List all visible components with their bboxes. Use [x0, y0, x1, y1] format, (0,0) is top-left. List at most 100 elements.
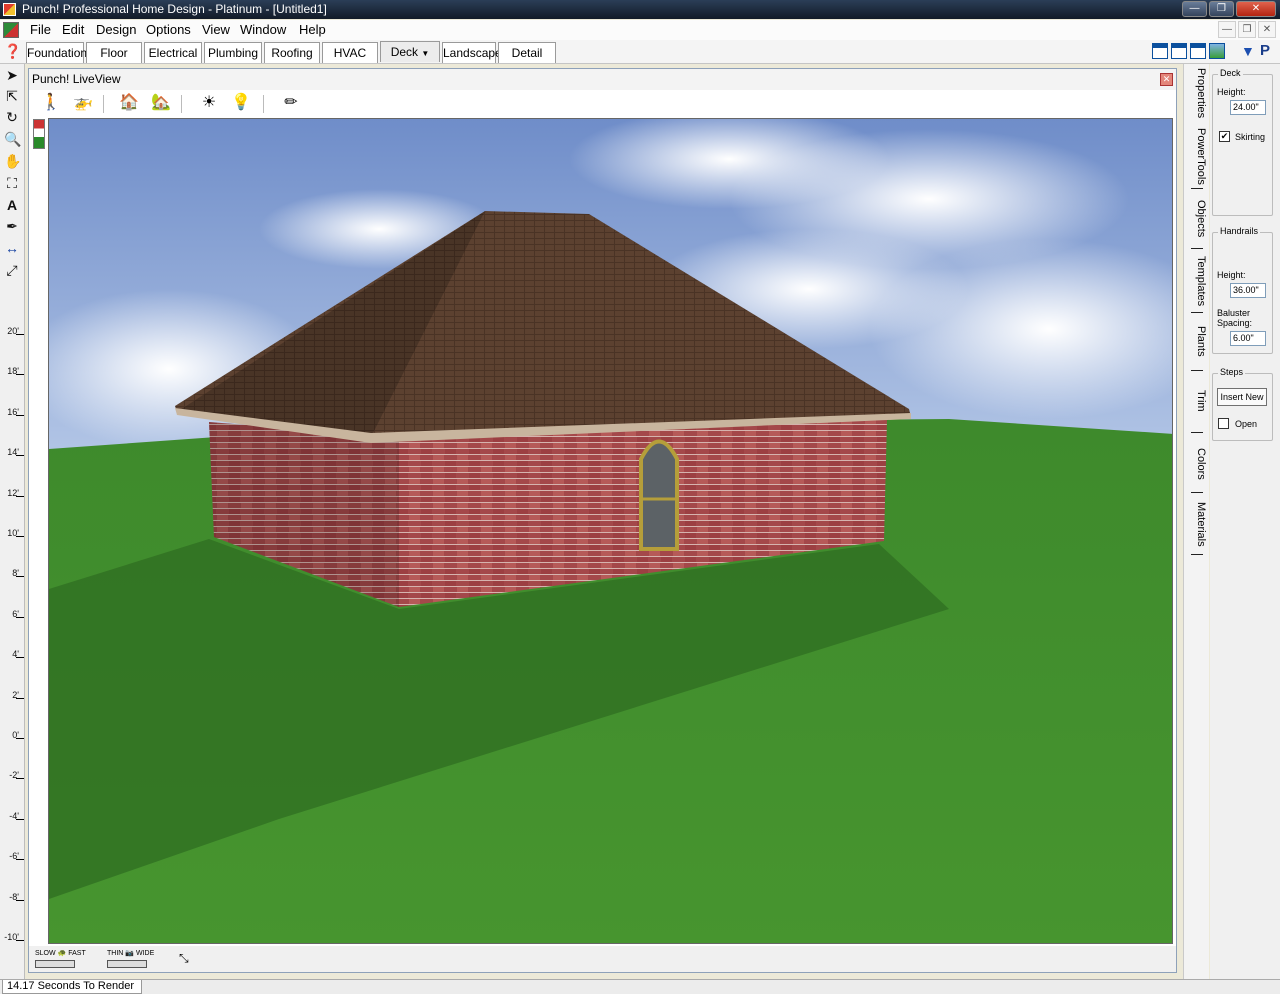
handrail-height-label: Height: — [1217, 270, 1246, 280]
walkthrough-icon[interactable]: 🚶 — [37, 91, 65, 115]
doc-restore-button[interactable]: ❐ — [1238, 21, 1256, 38]
liveview-close-button[interactable]: ✕ — [1160, 73, 1173, 86]
liveview-title: Punch! LiveView — [32, 72, 121, 86]
light-bulb-icon[interactable]: 💡 — [227, 91, 255, 115]
tab-landscape[interactable]: Landscape — [442, 42, 502, 63]
baluster-label: Baluster — [1217, 308, 1251, 318]
deck-group: Deck Height: 24.00" ✔ Skirting — [1212, 68, 1273, 216]
mode-tab-bar: ❓ Foundation Floor Electrical Plumbing R… — [0, 40, 1280, 64]
skirting-label: Skirting — [1235, 132, 1266, 142]
liveview-titlebar: Punch! LiveView ✕ — [29, 69, 1176, 90]
close-button[interactable]: ✕ — [1236, 1, 1276, 17]
side-tab-trim[interactable]: Trim — [1187, 390, 1207, 412]
quad-view-icon[interactable] — [1190, 43, 1206, 59]
menu-help[interactable]: Help — [299, 22, 326, 37]
status-bar: 14.17 Seconds To Render — [0, 979, 1280, 994]
text-tool-icon[interactable]: A — [4, 197, 20, 213]
split-view-icon[interactable] — [1171, 43, 1187, 59]
line-width-slider[interactable]: THIN 📷 WIDE — [107, 949, 154, 968]
steps-group-label: Steps — [1218, 367, 1246, 377]
menu-design[interactable]: Design — [96, 22, 136, 37]
tab-foundation[interactable]: Foundation — [26, 42, 87, 63]
steps-group: Steps Insert New Open — [1212, 367, 1273, 441]
app-logo-icon — [3, 3, 16, 16]
binoculars-icon[interactable]: ⛶ — [4, 175, 20, 191]
vertical-scroll-control[interactable] — [33, 119, 45, 149]
3d-view-icon[interactable] — [1209, 43, 1225, 59]
punch-logo-icon: P — [1260, 42, 1271, 59]
wide-label: WIDE — [135, 950, 155, 957]
open-steps-label: Open — [1235, 419, 1258, 429]
skirting-checkbox[interactable]: ✔ — [1219, 131, 1230, 142]
filter-icon[interactable]: ▼ — [1241, 43, 1257, 59]
rendered-house-scene — [49, 119, 1172, 943]
deck-group-label: Deck — [1218, 68, 1243, 78]
pen-tool-icon[interactable]: ✒ — [4, 218, 20, 234]
handrails-group: Handrails Height: 36.00" Baluster Spacin… — [1212, 226, 1273, 354]
render-speed-slider[interactable]: SLOW 🐢 FAST — [35, 949, 86, 968]
deck-height-input[interactable]: 24.00" — [1230, 100, 1266, 115]
minimize-button[interactable]: — — [1182, 1, 1207, 17]
menu-bar: File Edit Design Options View Window Hel… — [0, 20, 1280, 40]
slow-label: SLOW — [35, 950, 56, 957]
camera-icon: 📷 — [125, 950, 135, 957]
side-tab-properties[interactable]: Properties — [1187, 68, 1207, 118]
tab-hvac[interactable]: HVAC — [322, 42, 378, 63]
tab-deck-label: Deck — [390, 45, 419, 59]
menu-options[interactable]: Options — [146, 22, 191, 37]
doc-close-button[interactable]: ✕ — [1258, 21, 1276, 38]
flyover-helicopter-icon[interactable]: 🚁 — [69, 91, 97, 115]
window-title: Punch! Professional Home Design - Platin… — [22, 2, 327, 16]
status-text: 14.17 Seconds To Render — [2, 980, 142, 994]
side-tab-colors[interactable]: Colors — [1187, 448, 1207, 480]
sun-lighting-icon[interactable]: ☀ — [195, 91, 223, 115]
pan-hand-icon[interactable]: ✋ — [4, 153, 21, 169]
spacing-label: Spacing: — [1217, 318, 1253, 328]
tab-plumbing[interactable]: Plumbing — [204, 42, 262, 63]
tab-floor[interactable]: Floor — [86, 42, 142, 63]
turtle-icon: 🐢 — [57, 950, 67, 957]
rotate-icon[interactable]: ↻ — [4, 109, 20, 125]
render-controls: SLOW 🐢 FAST THIN 📷 WIDE ⤡ — [29, 946, 1176, 972]
select-arrow-icon[interactable]: ➤ — [4, 67, 20, 83]
multi-select-icon[interactable]: ⇱ — [4, 88, 20, 104]
side-tab-powertools[interactable]: PowerTools — [1187, 128, 1207, 185]
house-paint-icon[interactable]: 🏡 — [147, 91, 175, 115]
help-query-icon[interactable]: ❓ — [4, 43, 21, 60]
side-tab-strip: Properties PowerTools Objects Templates … — [1183, 64, 1209, 979]
app-window: Punch! Professional Home Design - Platin… — [0, 0, 1280, 994]
handrail-height-input[interactable]: 36.00" — [1230, 283, 1266, 298]
menu-edit[interactable]: Edit — [62, 22, 84, 37]
properties-panel: Deck Height: 24.00" ✔ Skirting Handrails… — [1210, 64, 1280, 979]
side-tab-objects[interactable]: Objects — [1187, 200, 1207, 237]
deck-height-label: Height: — [1217, 87, 1246, 97]
tab-electrical[interactable]: Electrical — [144, 42, 202, 63]
pencil-icon[interactable]: ✏ — [277, 91, 305, 115]
expand-arrows-icon[interactable]: ⤡ — [179, 949, 189, 967]
menu-file[interactable]: File — [30, 22, 51, 37]
thin-label: THIN — [107, 950, 124, 957]
baluster-spacing-input[interactable]: 6.00" — [1230, 331, 1266, 346]
tab-detail[interactable]: Detail — [498, 42, 556, 63]
tab-deck[interactable]: Deck ▼ — [380, 41, 440, 62]
liveview-window: Punch! LiveView ✕ 🚶 🚁 🏠 🏡 ☀ 💡 ✏ SLOW 🐢 F… — [28, 68, 1177, 973]
menu-view[interactable]: View — [202, 22, 230, 37]
tab-roofing[interactable]: Roofing — [264, 42, 320, 63]
measure-line-icon[interactable]: ⤢ — [4, 262, 20, 278]
document-icon[interactable] — [3, 22, 19, 38]
side-tab-plants[interactable]: Plants — [1187, 326, 1207, 357]
restore-button[interactable]: ❐ — [1209, 1, 1234, 17]
house-exterior-icon[interactable]: 🏠 — [115, 91, 143, 115]
menu-window[interactable]: Window — [240, 22, 286, 37]
single-view-icon[interactable] — [1152, 43, 1168, 59]
open-steps-checkbox[interactable] — [1218, 418, 1229, 429]
left-toolbar: ➤ ⇱ ↻ 🔍 ✋ ⛶ A ✒ ↔ ⤢ 20' 18' 16' 14' 12' … — [0, 64, 25, 979]
doc-minimize-button[interactable]: — — [1218, 21, 1236, 38]
zoom-icon[interactable]: 🔍 — [4, 131, 21, 147]
side-tab-templates[interactable]: Templates — [1187, 256, 1207, 306]
title-bar: Punch! Professional Home Design - Platin… — [0, 0, 1280, 19]
dimension-icon[interactable]: ↔ — [4, 240, 20, 256]
side-tab-materials[interactable]: Materials — [1187, 502, 1207, 547]
3d-render-viewport[interactable] — [48, 118, 1173, 944]
insert-new-steps-button[interactable]: Insert New — [1217, 388, 1267, 406]
